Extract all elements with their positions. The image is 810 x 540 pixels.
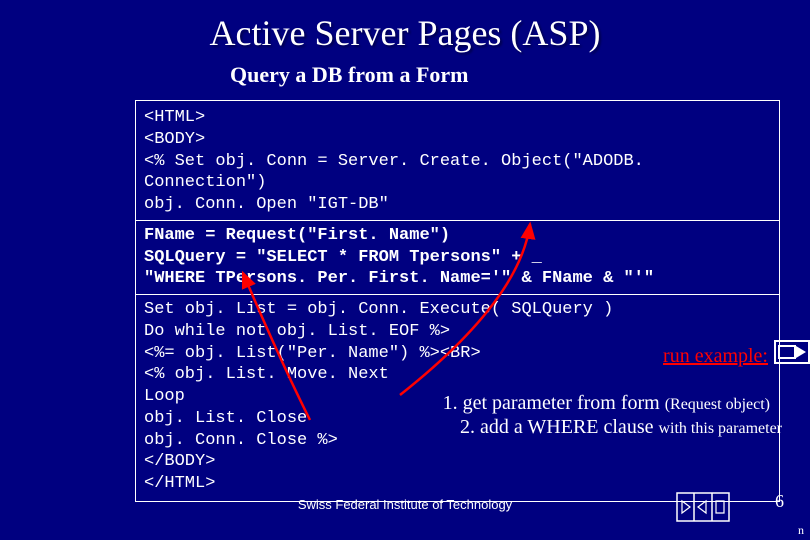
divider	[136, 220, 779, 221]
slide: Active Server Pages (ASP) Query a DB fro…	[0, 0, 810, 540]
code-line: <% Set obj. Conn = Server. Create. Objec…	[144, 151, 771, 195]
annotation-1: 1. get parameter from form (Request obje…	[443, 392, 770, 415]
code-line: Set obj. List = obj. Conn. Execute( SQLQ…	[144, 299, 771, 321]
divider	[136, 294, 779, 295]
code-line: <BODY>	[144, 129, 771, 151]
corner-char: n	[798, 523, 804, 538]
annotation-2: 2. add a WHERE clause with this paramete…	[460, 416, 782, 439]
annotation-text: 1. get parameter from form	[443, 392, 665, 414]
nav-deco-icon	[676, 492, 730, 522]
slide-number: 6	[775, 491, 784, 512]
annotation-small: with this parameter	[658, 420, 782, 437]
code-box: <HTML> <BODY> <% Set obj. Conn = Server.…	[135, 100, 780, 502]
run-example-link[interactable]: run example:	[663, 345, 768, 368]
code-line-bold: "WHERE TPersons. Per. First. Name='" & F…	[144, 268, 771, 290]
code-line: </BODY>	[144, 451, 771, 473]
camera-icon[interactable]	[774, 340, 810, 364]
annotation-text: 2. add a WHERE clause	[460, 416, 658, 438]
code-line: <HTML>	[144, 107, 771, 129]
code-line-bold: FName = Request("First. Name")	[144, 225, 771, 247]
slide-title: Active Server Pages (ASP)	[0, 0, 810, 54]
annotation-small: (Request object)	[665, 396, 770, 413]
code-line: Do while not obj. List. EOF %>	[144, 321, 771, 343]
code-line: obj. Conn. Open "IGT-DB"	[144, 194, 771, 216]
slide-subtitle: Query a DB from a Form	[230, 62, 810, 88]
code-line-bold: SQLQuery = "SELECT * FROM Tpersons" + _	[144, 247, 771, 269]
